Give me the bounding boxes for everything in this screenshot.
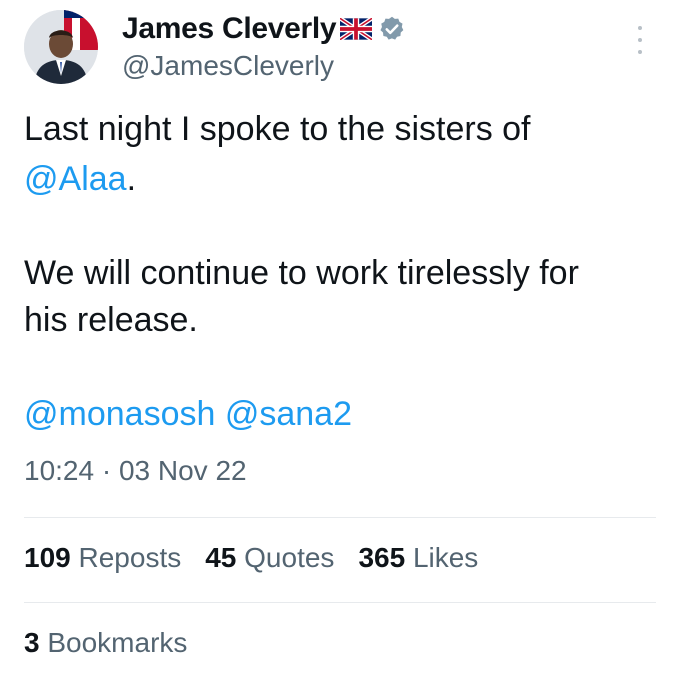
timestamp-date: 03 Nov 22 [118, 455, 247, 486]
timestamp-separator: · [101, 455, 112, 486]
bookmarks-count: 3 [24, 627, 40, 658]
likes-count: 365 [358, 542, 406, 573]
avatar[interactable] [24, 10, 98, 84]
timestamp-time: 10:24 [24, 455, 95, 486]
mention-monasosh-link[interactable]: @monasosh [24, 395, 215, 433]
reposts-stat[interactable]: 109 Reposts [24, 542, 181, 574]
quotes-count: 45 [205, 542, 237, 573]
tweet-text-line-4: his release. [24, 301, 198, 339]
tweet-text-line-2: @Alaa. [24, 156, 136, 202]
divider [24, 602, 656, 603]
more-options-icon[interactable] [628, 22, 652, 58]
mention-sana2-link[interactable]: @sana2 [225, 395, 352, 433]
bookmarks-label: Bookmarks [47, 627, 188, 658]
display-name[interactable]: James Cleverly [122, 12, 337, 46]
reposts-label: Reposts [78, 542, 182, 573]
author-handle[interactable]: @JamesCleverly [122, 50, 334, 82]
tweet-timestamp[interactable]: 10:24 · 03 Nov 22 [24, 455, 247, 487]
mention-alaa-link[interactable]: @Alaa [24, 160, 127, 198]
likes-stat[interactable]: 365 Likes [358, 542, 478, 574]
more-dot [638, 50, 642, 54]
tweet-text-period: . [126, 160, 137, 198]
more-dot [638, 26, 642, 30]
divider [24, 517, 656, 518]
tweet-mentions: @monasosh @sana2 [24, 391, 352, 437]
tweet-text-line-1: Last night I spoke to the sisters of [24, 110, 531, 148]
likes-label: Likes [412, 542, 479, 573]
author-name-row: James Cleverly [122, 10, 406, 48]
united-kingdom-flag-icon [339, 16, 374, 42]
more-dot [638, 38, 642, 42]
bookmarks-stat[interactable]: 3 Bookmarks [24, 627, 187, 659]
quotes-label: Quotes [244, 542, 335, 573]
quotes-stat[interactable]: 45 Quotes [205, 542, 334, 574]
reposts-count: 109 [24, 542, 71, 573]
verified-badge-icon[interactable] [378, 15, 406, 43]
tweet-text-line-3: We will continue to work tirelessly for [24, 254, 579, 292]
engagement-stats: 109 Reposts 45 Quotes 365 Likes [24, 542, 502, 574]
